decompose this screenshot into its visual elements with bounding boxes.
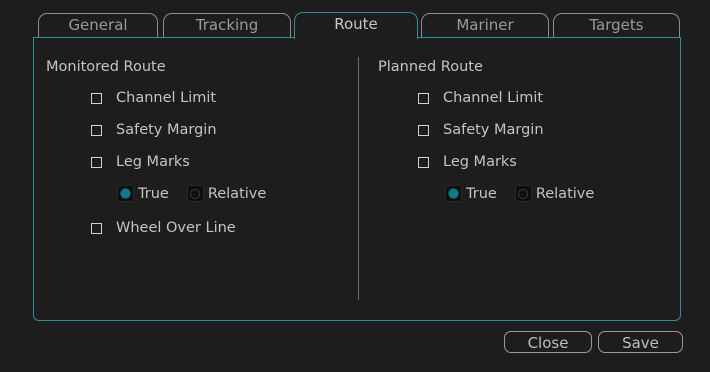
monitored-channel-limit-row[interactable]: Channel Limit (91, 90, 216, 106)
section-divider (358, 57, 359, 300)
monitored-wheel-over-line-checkbox[interactable] (91, 222, 102, 234)
monitored-channel-limit-label: Channel Limit (116, 90, 217, 106)
planned-safety-margin-checkbox[interactable] (418, 124, 429, 136)
planned-leg-marks-mode: True Relative (445, 185, 594, 202)
planned-channel-limit-label: Channel Limit (443, 90, 544, 106)
planned-relative-radio[interactable] (514, 185, 532, 202)
tab-mariner[interactable]: Mariner (421, 13, 549, 37)
monitored-safety-margin-checkbox[interactable] (91, 124, 102, 136)
planned-safety-margin-label: Safety Margin (443, 122, 544, 138)
monitored-wheel-over-line-label: Wheel Over Line (116, 220, 236, 236)
planned-route-title: Planned Route (378, 59, 483, 75)
tab-route[interactable]: Route (294, 12, 418, 43)
planned-true-label: True (466, 185, 497, 202)
tab-bar: General Tracking Route Mariner Targets (0, 0, 710, 43)
radio-empty-dot (518, 188, 529, 199)
close-button[interactable]: Close (504, 331, 592, 353)
tab-tracking[interactable]: Tracking (163, 13, 291, 37)
planned-leg-marks-label: Leg Marks (443, 154, 517, 170)
planned-channel-limit-row[interactable]: Channel Limit (418, 90, 543, 106)
monitored-wheel-over-line-row[interactable]: Wheel Over Line (91, 220, 236, 236)
monitored-relative-label: Relative (207, 185, 267, 202)
monitored-route-title: Monitored Route (46, 59, 166, 75)
monitored-safety-margin-label: Safety Margin (116, 122, 217, 138)
planned-true-radio[interactable] (445, 185, 462, 202)
tab-mariner-label: Mariner (456, 16, 514, 34)
tab-general-label: General (68, 16, 128, 34)
planned-channel-limit-checkbox[interactable] (418, 92, 429, 104)
monitored-leg-marks-row[interactable]: Leg Marks (91, 154, 190, 170)
tab-route-label: Route (334, 15, 378, 33)
radio-selected-dot (121, 189, 130, 198)
tab-tracking-label: Tracking (195, 16, 259, 34)
monitored-leg-marks-mode: True Relative (117, 185, 266, 202)
save-button[interactable]: Save (598, 331, 683, 353)
monitored-true-label: True (138, 185, 169, 202)
tab-general[interactable]: General (38, 13, 158, 37)
planned-leg-marks-checkbox[interactable] (418, 156, 429, 168)
radio-selected-dot (449, 189, 458, 198)
monitored-leg-marks-checkbox[interactable] (91, 156, 102, 168)
radio-empty-dot (190, 188, 201, 199)
planned-relative-label: Relative (535, 185, 595, 202)
monitored-relative-radio[interactable] (186, 185, 204, 202)
tab-targets-label: Targets (589, 16, 644, 34)
route-tab-panel (33, 37, 681, 321)
planned-safety-margin-row[interactable]: Safety Margin (418, 122, 544, 138)
monitored-leg-marks-label: Leg Marks (116, 154, 190, 170)
planned-leg-marks-row[interactable]: Leg Marks (418, 154, 517, 170)
monitored-true-radio[interactable] (117, 185, 134, 202)
tab-targets[interactable]: Targets (553, 13, 680, 37)
monitored-channel-limit-checkbox[interactable] (91, 92, 102, 104)
active-tab-connector (294, 39, 418, 43)
route-settings-dialog: General Tracking Route Mariner Targets M… (0, 0, 710, 372)
monitored-safety-margin-row[interactable]: Safety Margin (91, 122, 217, 138)
